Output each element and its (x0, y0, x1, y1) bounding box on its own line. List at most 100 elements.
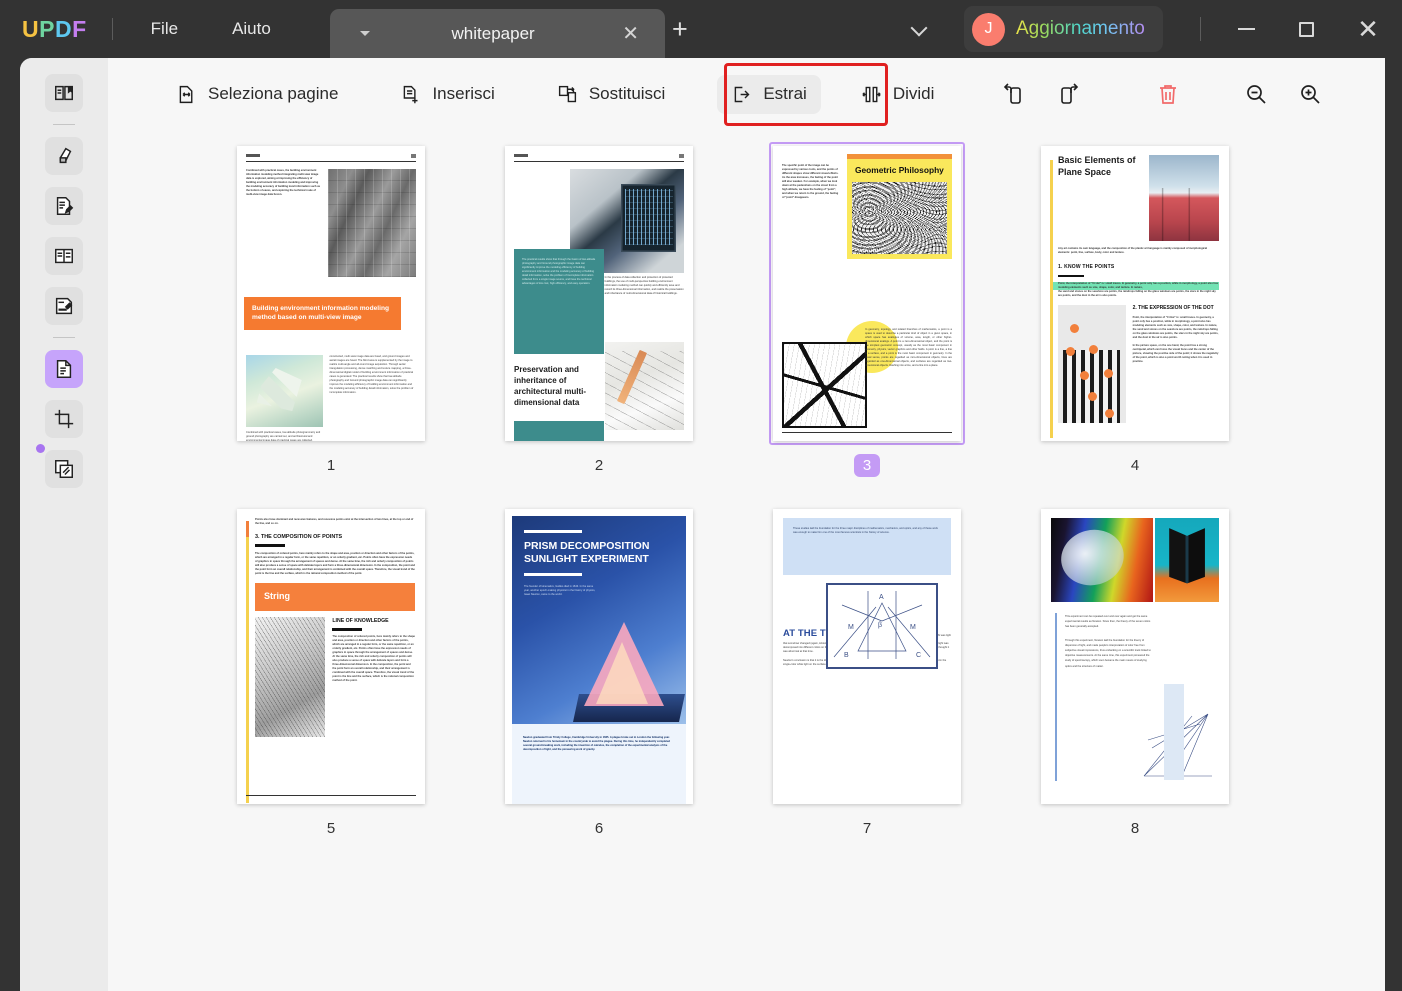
chevron-down-icon[interactable] (912, 22, 928, 31)
tool-seleziona-pagine[interactable]: Seleziona pagine (162, 75, 352, 114)
sidebar-item-lettura[interactable] (45, 74, 83, 112)
page4-dots-image (1058, 304, 1126, 423)
page1-caption: Combined with practical cases, low-altit… (246, 431, 321, 441)
page6-footer-text: Newton graduated from Trinity College, C… (512, 724, 686, 804)
page-thumbnail-4[interactable]: Basic Elements of Plane Space Any art co… (1001, 142, 1269, 477)
new-tab-button[interactable]: + (672, 16, 688, 43)
logo-letter-p: P (39, 15, 55, 42)
sidebar-divider-1 (53, 124, 75, 125)
page-number: 2 (594, 457, 604, 474)
organize-pages-icon (56, 360, 72, 378)
page-thumbnail-6[interactable]: PRISM DECOMPOSITION SUNLIGHT EXPERIMENT … (465, 505, 733, 837)
page5-banner: String (255, 583, 415, 611)
rotate-left-button[interactable] (994, 74, 1034, 114)
thumb-frame[interactable]: This experiment can be repeated over and… (1037, 505, 1233, 808)
titlebar-divider (111, 18, 113, 40)
tool-sostituisci[interactable]: Sostituisci (543, 75, 680, 114)
close-icon: ✕ (1357, 14, 1379, 44)
logo-letter-f: F (72, 15, 87, 42)
maximize-button[interactable] (1291, 14, 1321, 44)
split-page-icon (862, 86, 881, 102)
minimize-button[interactable] (1231, 14, 1261, 44)
update-label: Aggiornamento (1016, 18, 1145, 39)
page4-body1: the sand and stones on the seashore are … (1058, 289, 1216, 297)
svg-text:M: M (848, 624, 854, 631)
tool-dividi[interactable]: Dividi (847, 75, 949, 114)
close-window-button[interactable]: ✕ (1353, 14, 1383, 44)
updf-logo: U P D F (22, 16, 87, 43)
page-thumbnail-7[interactable]: These studies laid the foundation for th… (733, 505, 1001, 837)
thumb-frame[interactable]: These studies laid the foundation for th… (769, 505, 965, 808)
insert-page-icon (404, 85, 418, 103)
tab-close-icon[interactable]: ✕ (622, 24, 639, 44)
sidebar-item-batch[interactable] (45, 450, 83, 488)
zoom-in-button[interactable] (1290, 74, 1330, 114)
sidebar-item-ritaglia[interactable] (45, 400, 83, 438)
svg-text:β: β (878, 622, 882, 629)
delete-button[interactable] (1148, 74, 1188, 114)
svg-text:A: A (879, 594, 884, 601)
page-number: 6 (594, 820, 604, 837)
tool-inserisci[interactable]: Inserisci (386, 75, 508, 114)
account-update-button[interactable]: J Aggiornamento (964, 6, 1163, 52)
page-number: 5 (326, 820, 336, 837)
page5-section: 3. THE COMPOSITION OF POINTS (255, 534, 343, 541)
page-preview: These studies laid the foundation for th… (773, 509, 961, 804)
thumb-frame[interactable]: The practical results show that through … (501, 142, 697, 445)
tool-label: Estrai (763, 84, 807, 103)
page4-section2: 2. THE EXPRESSION OF THE DOT (1132, 304, 1214, 311)
sidebar-item-firma[interactable] (45, 287, 83, 325)
tool-label: Inserisci (432, 84, 495, 103)
page8-rainbow-image (1051, 518, 1154, 602)
page-preview: Points also have dominant and recessive … (237, 509, 425, 804)
sidebar-item-modulo[interactable] (45, 237, 83, 275)
tool-estrai[interactable]: Estrai (717, 74, 821, 114)
page7-prism-diagram: A β M M B C (825, 583, 938, 669)
rotate-right-icon (1061, 83, 1079, 104)
rotate-right-button[interactable] (1048, 74, 1088, 114)
form-icon (55, 248, 73, 264)
batch-pages-icon (55, 460, 73, 478)
page-thumbnail-1[interactable]: Combined with practical cases, the build… (197, 142, 465, 477)
page5-intro: Points also have dominant and recessive … (255, 518, 414, 526)
page4-mountain-image (1148, 155, 1220, 241)
thumb-frame[interactable]: Combined with practical cases, the build… (233, 142, 429, 445)
thumb-frame-selected[interactable]: The specific point of the image can be e… (769, 142, 965, 445)
page-thumbnail-2[interactable]: The practical results show that through … (465, 142, 733, 477)
menu-aiuto[interactable]: Aiuto (216, 13, 287, 45)
page4-body2: Point, the interpretation of "Ci Hai" is… (1132, 315, 1219, 339)
page3-right-text: In geometry, topology, and related branc… (865, 328, 952, 368)
replace-page-icon (558, 85, 576, 102)
menu-file[interactable]: File (135, 13, 194, 45)
zoom-out-button[interactable] (1236, 74, 1276, 114)
page-toolbar: Seleziona pagine Inserisci Sostituisci E… (108, 58, 1385, 130)
sidebar-item-commenta[interactable] (45, 137, 83, 175)
page3-wave-image (851, 182, 947, 255)
thumb-frame[interactable]: Basic Elements of Plane Space Any art co… (1037, 142, 1233, 445)
tool-label: Sostituisci (588, 84, 666, 103)
thumb-frame[interactable]: Points also have dominant and recessive … (233, 505, 429, 808)
panel-resize-handle[interactable] (36, 444, 45, 453)
page8-diagram (1142, 684, 1220, 780)
page-thumbnail-3[interactable]: The specific point of the image can be e… (733, 142, 1001, 477)
window-controls-divider (1200, 17, 1201, 41)
page-number-selected: 3 (853, 454, 881, 477)
page-number: 4 (1130, 457, 1140, 474)
sidebar-item-modifica-pdf[interactable] (45, 187, 83, 225)
crop-icon (54, 409, 74, 429)
page-thumbnail-8[interactable]: This experiment can be repeated over and… (1001, 505, 1269, 837)
zoom-out-icon (1247, 85, 1266, 104)
sidebar-item-organizza-pagine[interactable] (45, 350, 83, 388)
document-tab[interactable]: whitepaper ✕ (330, 9, 665, 58)
page-thumbnail-5[interactable]: Points also have dominant and recessive … (197, 505, 465, 837)
thumb-frame[interactable]: PRISM DECOMPOSITION SUNLIGHT EXPERIMENT … (501, 505, 697, 808)
page7-intro: These studies laid the foundation for th… (783, 518, 951, 576)
page2-teal-text: The practical results show that through … (514, 249, 605, 354)
page5-subtitle: LINE OF KNOWLEDGE (332, 617, 389, 624)
page4-title: Basic Elements of Plane Space (1058, 155, 1136, 177)
sidebar-divider-2 (53, 337, 75, 338)
highlighter-icon (59, 147, 72, 164)
rotate-left-icon (1004, 83, 1022, 104)
logo-letter-u: U (22, 15, 40, 42)
tool-label: Dividi (892, 84, 935, 103)
